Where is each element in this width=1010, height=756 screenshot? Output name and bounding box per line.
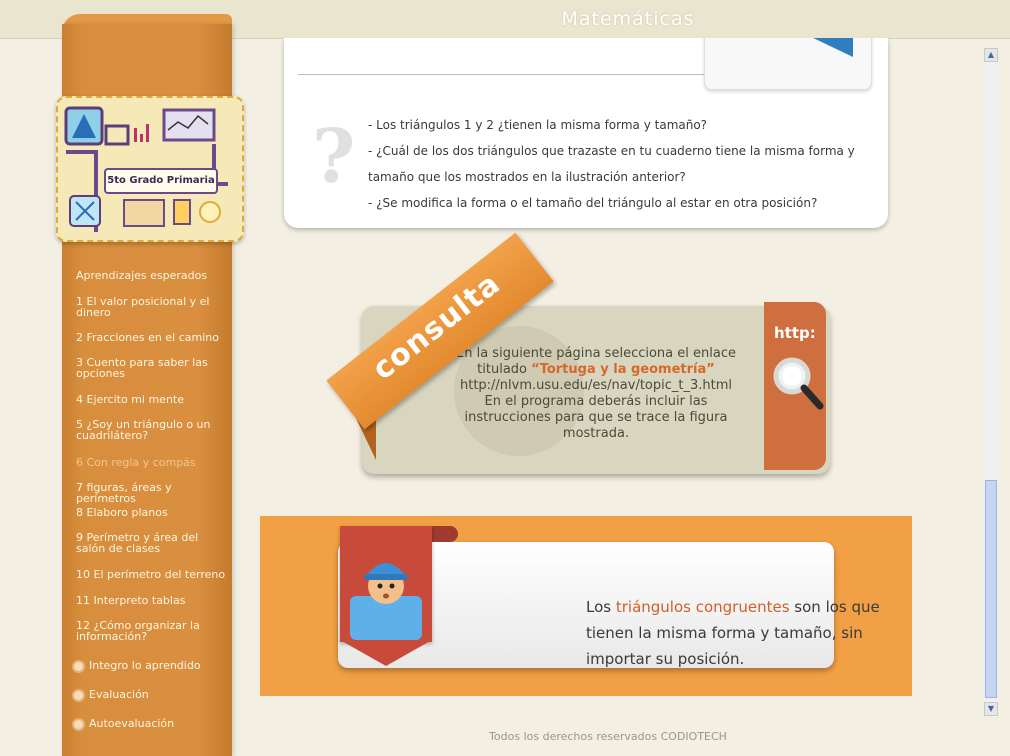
question-3: - ¿Se modifica la forma o el tamaño del …: [368, 196, 818, 210]
badge-title: 5to Grado Primaria: [104, 168, 218, 194]
sidebar-item-5[interactable]: 5 ¿Soy un triángulo o un cuadrilátero?: [76, 419, 226, 441]
consulta-line-2: titulado “Tortuga y la geometría”: [436, 362, 756, 378]
content-area: ? - Los triángulos 1 y 2 ¿tienen la mism…: [232, 38, 984, 756]
question-mark-icon: ?: [312, 114, 356, 200]
sidebar-item-label: Integro lo aprendido: [89, 659, 201, 672]
question-2b: tamaño que los mostrados en la ilustraci…: [368, 170, 686, 184]
sidebar-item-9[interactable]: 9 Perímetro y área del salón de clases: [76, 532, 226, 554]
tortuga-link[interactable]: “Tortuga y la geometría”: [531, 362, 715, 377]
course-badge: 5to Grado Primaria: [56, 96, 244, 242]
sidebar-item-6[interactable]: 6 Con regla y compás: [76, 457, 226, 468]
banner-arrow: [340, 640, 432, 666]
sidebar-item-label: Evaluación: [89, 688, 149, 701]
sidebar-item-integro[interactable]: Integro lo aprendido: [74, 660, 224, 671]
consulta-line-6: mostrada.: [562, 426, 630, 441]
sidebar-item-1[interactable]: 1 El valor posicional y el dinero: [76, 296, 226, 318]
scroll-up-button[interactable]: ▲: [984, 48, 998, 62]
divider: [298, 74, 718, 75]
bullet-icon: [74, 661, 83, 671]
consulta-url: http://nlvm.usu.edu/es/nav/topic_t_3.htm…: [459, 378, 733, 393]
consulta-line-1: En la siguiente página selecciona el enl…: [456, 346, 736, 361]
http-tab: http:: [764, 302, 826, 470]
consulta-titled: titulado: [477, 362, 532, 377]
consulta-text: En la siguiente página selecciona el enl…: [436, 346, 756, 442]
sidebar-item-12[interactable]: 12 ¿Cómo organizar la información?: [76, 620, 226, 642]
sidebar-item-2[interactable]: 2 Fracciones en el camino: [76, 332, 226, 343]
sidebar-item-4[interactable]: 4 Ejercito mi mente: [76, 394, 226, 405]
sidebar-item-11[interactable]: 11 Interpreto tablas: [76, 595, 226, 606]
consulta-line-4: En el programa deberás incluir las: [484, 394, 708, 409]
bullet-icon: [74, 690, 83, 700]
magnifier-icon: [773, 357, 824, 410]
sidebar-item-label: Autoevaluación: [89, 717, 175, 730]
question-1: - Los triángulos 1 y 2 ¿tienen la misma …: [368, 118, 708, 132]
footer-copyright: Todos los derechos reservados CODIOTECH: [489, 730, 727, 743]
question-2a: - ¿Cuál de los dos triángulos que trazas…: [368, 144, 855, 158]
sidebar-item-3[interactable]: 3 Cuento para saber las opciones: [76, 357, 226, 379]
definition-pre: Los: [586, 598, 616, 616]
badge-illustration: 5to Grado Primaria: [64, 104, 234, 232]
sidebar-item-aprendizajes[interactable]: Aprendizajes esperados: [76, 270, 226, 281]
definition-term: triángulos congruentes: [615, 598, 790, 616]
character-banner: [340, 526, 432, 642]
banner-flap: [432, 526, 458, 542]
sidebar-item-autoevaluacion[interactable]: Autoevaluación: [74, 718, 224, 729]
questions-text: - Los triángulos 1 y 2 ¿tienen la misma …: [368, 112, 878, 216]
paper-corner: [807, 38, 853, 57]
questions-card: ? - Los triángulos 1 y 2 ¿tienen la mism…: [284, 38, 888, 228]
student-character-icon: [350, 563, 422, 640]
paper-tab: [704, 38, 872, 90]
sidebar-item-10[interactable]: 10 El perímetro del terreno: [76, 569, 226, 580]
sidebar-item-8[interactable]: 8 Elaboro planos: [76, 507, 226, 518]
scroll-thumb[interactable]: [985, 480, 997, 698]
consulta-line-5: instrucciones para que se trace la figur…: [464, 410, 728, 425]
definition-text: Los triángulos congruentes son los que t…: [586, 594, 886, 672]
vertical-scrollbar[interactable]: ▲ ▼: [984, 48, 998, 716]
http-label: http:: [774, 324, 816, 342]
bullet-icon: [74, 719, 83, 729]
scroll-down-button[interactable]: ▼: [984, 702, 998, 716]
sidebar-item-evaluacion[interactable]: Evaluación: [74, 689, 224, 700]
definition-band: Los triángulos congruentes son los que t…: [260, 516, 912, 696]
sidebar-item-7[interactable]: 7 figuras, áreas y perímetros: [76, 482, 226, 504]
